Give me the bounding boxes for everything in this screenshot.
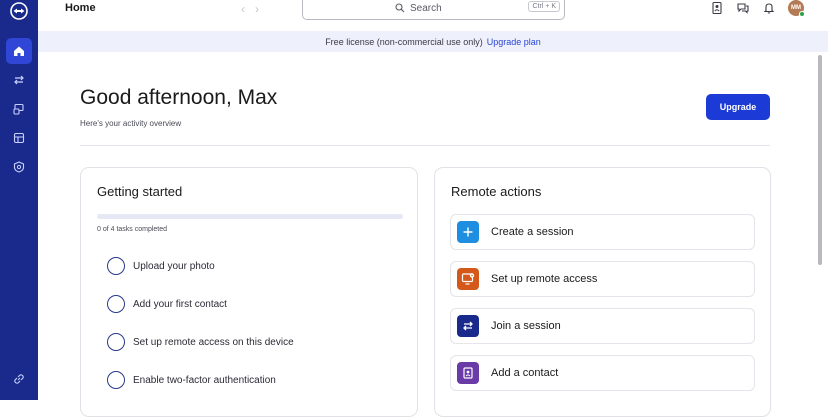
action-label: Join a session	[491, 320, 561, 332]
scrollbar-thumb[interactable]	[818, 55, 822, 265]
action-label: Set up remote access	[491, 273, 598, 285]
task-checkbox-icon	[107, 371, 125, 389]
shield-settings-icon	[13, 161, 25, 173]
nav-integrations-button[interactable]	[6, 366, 32, 392]
task-two-factor[interactable]: Enable two-factor authentication	[107, 370, 276, 390]
task-label: Upload your photo	[133, 260, 215, 272]
remote-actions-title: Remote actions	[451, 184, 542, 199]
nav-home-button[interactable]	[6, 38, 32, 64]
swap-arrows-icon	[14, 75, 24, 85]
tasks-progress-bar	[97, 214, 403, 219]
task-label: Enable two-factor authentication	[133, 374, 276, 386]
notifications-button[interactable]	[762, 1, 776, 15]
license-text: Free license (non-commercial use only)	[325, 36, 483, 47]
sessions-icon	[13, 132, 25, 144]
contact-card-icon	[712, 1, 722, 15]
chat-button[interactable]	[736, 1, 750, 15]
link-icon	[14, 374, 24, 384]
upgrade-plan-link[interactable]: Upgrade plan	[487, 37, 541, 47]
avatar[interactable]: MM	[788, 0, 805, 17]
monitor-settings-icon	[457, 268, 479, 290]
greeting-heading: Good afternoon, Max	[80, 86, 278, 109]
history-nav: ‹›	[241, 2, 269, 16]
getting-started-title: Getting started	[97, 184, 183, 199]
nav-rail	[0, 0, 38, 400]
upgrade-button[interactable]: Upgrade	[706, 94, 770, 120]
chat-icon	[737, 3, 749, 14]
tasks-progress-text: 0 of 4 tasks completed	[97, 226, 168, 233]
back-arrow-icon[interactable]: ‹	[241, 2, 255, 16]
task-checkbox-icon	[107, 333, 125, 351]
action-label: Add a contact	[491, 367, 559, 379]
page-title: Home	[65, 2, 96, 14]
task-checkbox-icon	[107, 257, 125, 275]
license-banner: Free license (non-commercial use only) U…	[38, 31, 828, 52]
plus-icon	[457, 221, 479, 243]
nav-security-button[interactable]	[6, 154, 32, 180]
nav-sessions-button[interactable]	[6, 125, 32, 151]
swap-arrows-icon	[457, 315, 479, 337]
join-session-button[interactable]: Join a session	[450, 308, 755, 344]
devices-icon	[13, 103, 24, 115]
task-checkbox-icon	[107, 295, 125, 313]
action-label: Create a session	[491, 226, 574, 238]
task-upload-photo[interactable]: Upload your photo	[107, 256, 215, 276]
setup-remote-access-button[interactable]: Set up remote access	[450, 261, 755, 297]
top-bar: Home ‹› Search Ctrl + K MM	[38, 0, 828, 28]
nav-devices-button[interactable]	[6, 96, 32, 122]
search-shortcut-hint: Ctrl + K	[528, 1, 560, 12]
online-status-dot	[799, 11, 805, 17]
task-add-contact[interactable]: Add your first contact	[107, 294, 227, 314]
nav-connect-button[interactable]	[6, 67, 32, 93]
teamviewer-logo-icon	[6, 0, 32, 22]
task-remote-access[interactable]: Set up remote access on this device	[107, 332, 294, 352]
greeting-subtitle: Here's your activity overview	[80, 119, 182, 128]
getting-started-card: Getting started 0 of 4 tasks completed U…	[80, 167, 418, 417]
remote-actions-card: Remote actions Create a session Set up r…	[434, 167, 771, 417]
bell-icon	[763, 3, 775, 14]
contacts-button[interactable]	[710, 1, 724, 15]
create-session-button[interactable]: Create a session	[450, 214, 755, 250]
add-contact-button[interactable]: Add a contact	[450, 355, 755, 391]
task-label: Set up remote access on this device	[133, 336, 294, 348]
search-bar[interactable]: Search Ctrl + K	[302, 0, 565, 20]
task-label: Add your first contact	[133, 298, 227, 310]
search-icon	[395, 3, 405, 13]
contact-book-icon	[457, 362, 479, 384]
forward-arrow-icon[interactable]: ›	[255, 2, 269, 16]
home-icon	[14, 46, 24, 56]
divider	[80, 145, 770, 146]
search-placeholder: Search	[410, 3, 442, 14]
avatar-initials: MM	[791, 5, 801, 11]
